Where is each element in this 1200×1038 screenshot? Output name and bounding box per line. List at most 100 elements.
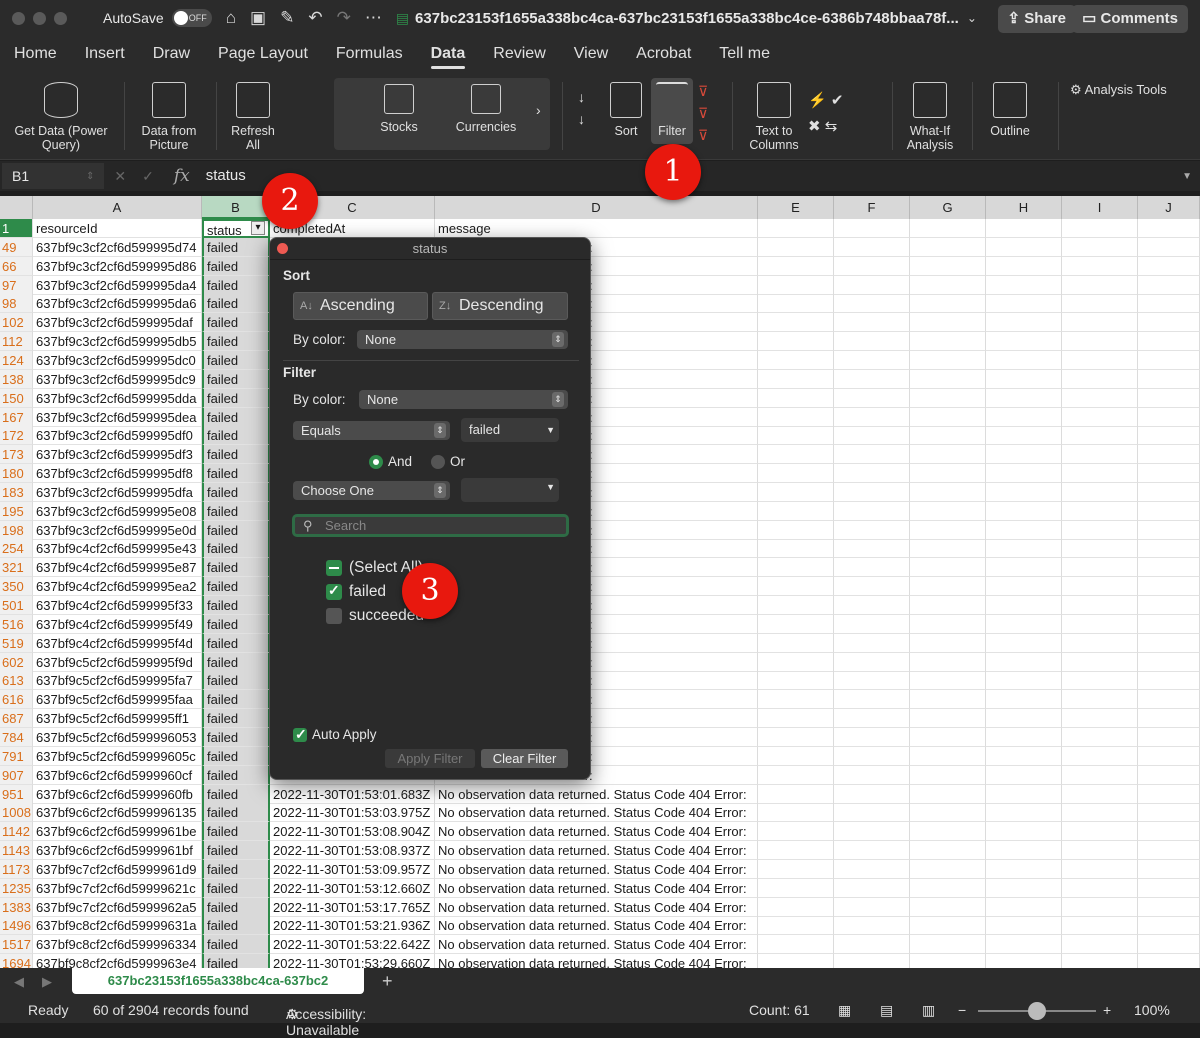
row-number[interactable]: 1143	[0, 841, 33, 861]
cell-j[interactable]	[1138, 539, 1200, 559]
column-header-g[interactable]: G	[910, 196, 986, 219]
cell-b[interactable]: failed	[202, 614, 270, 634]
cell-b[interactable]: failed	[202, 577, 270, 597]
get-data-button[interactable]: Get Data (Power Query)	[8, 82, 114, 152]
cell-e[interactable]	[758, 219, 834, 238]
cell-f[interactable]	[834, 369, 910, 389]
cell-g[interactable]	[910, 445, 986, 465]
cell-j[interactable]	[1138, 407, 1200, 427]
cell-e[interactable]	[758, 445, 834, 465]
cell-i[interactable]	[1062, 445, 1138, 465]
cell-a[interactable]: 637bf9c3cf2cf6d599995e0d	[33, 520, 202, 540]
stocks-button[interactable]: Stocks	[370, 84, 428, 134]
cell-a[interactable]: 637bf9c4cf2cf6d599995e43	[33, 539, 202, 559]
cell-g[interactable]	[910, 558, 986, 578]
confirm-formula-icon[interactable]: ✓	[142, 168, 154, 185]
cell-g[interactable]	[910, 746, 986, 766]
chevron-down-icon[interactable]: ⌄	[967, 11, 977, 25]
cell-g[interactable]	[910, 520, 986, 540]
normal-view-icon[interactable]: ▦	[838, 1002, 851, 1019]
column-header-d[interactable]: D	[435, 196, 758, 219]
row-number[interactable]: 1142	[0, 822, 33, 842]
select-all-checkbox[interactable]	[326, 560, 342, 576]
cell-a[interactable]: 637bf9c4cf2cf6d599995e87	[33, 558, 202, 578]
cell-i[interactable]	[1062, 803, 1138, 823]
cell-g[interactable]	[910, 464, 986, 484]
cell-f[interactable]	[834, 219, 910, 238]
cell-b[interactable]: failed	[202, 633, 270, 653]
cell-b[interactable]: failed	[202, 954, 270, 968]
row-number[interactable]: 602	[0, 652, 33, 672]
cell-h[interactable]	[986, 709, 1062, 729]
row-number[interactable]: 150	[0, 388, 33, 408]
cell-h[interactable]	[986, 859, 1062, 879]
cell-h[interactable]	[986, 596, 1062, 615]
more-icon[interactable]: ⋯	[365, 8, 382, 28]
cell-j[interactable]	[1138, 614, 1200, 634]
cell-f[interactable]	[834, 388, 910, 408]
cell-h[interactable]	[986, 350, 1062, 370]
cell-d[interactable]: No observation data returned. Status Cod…	[435, 878, 758, 898]
cell-b[interactable]: failed	[202, 709, 270, 729]
row-number[interactable]: 254	[0, 539, 33, 559]
comments-button[interactable]: ▭ Comments	[1072, 5, 1188, 33]
cell-h[interactable]	[986, 727, 1062, 747]
row-number[interactable]: 183	[0, 482, 33, 502]
row-number[interactable]: 1008	[0, 803, 33, 823]
cell-j[interactable]	[1138, 784, 1200, 804]
cell-j[interactable]	[1138, 633, 1200, 653]
cell-i[interactable]	[1062, 859, 1138, 879]
cell-b[interactable]: failed	[202, 671, 270, 691]
cell-i[interactable]	[1062, 614, 1138, 634]
cell-a[interactable]: 637bf9c8cf2cf6d599996334	[33, 935, 202, 955]
add-sheet-icon[interactable]: +	[382, 971, 393, 992]
cell-f[interactable]	[834, 859, 910, 879]
cell-f[interactable]	[834, 765, 910, 785]
cell-h[interactable]	[986, 332, 1062, 352]
cell-a[interactable]: 637bf9c6cf2cf6d5999960cf	[33, 765, 202, 785]
cell-h[interactable]	[986, 671, 1062, 691]
row-number[interactable]: 516	[0, 614, 33, 634]
cell-e[interactable]	[758, 954, 834, 968]
cell-f[interactable]	[834, 350, 910, 370]
cell-g[interactable]	[910, 539, 986, 559]
cell-f[interactable]	[834, 464, 910, 484]
cell-a[interactable]: 637bf9c3cf2cf6d599995d74	[33, 237, 202, 257]
cell-h[interactable]	[986, 237, 1062, 257]
cell-b[interactable]: failed	[202, 501, 270, 521]
tab-home[interactable]: Home	[0, 36, 71, 72]
row-number[interactable]: 49	[0, 237, 33, 257]
cell-b[interactable]: failed	[202, 690, 270, 710]
cell-d[interactable]: No observation data returned. Status Cod…	[435, 897, 758, 917]
cell-b[interactable]: failed	[202, 935, 270, 955]
cell-c[interactable]: 2022-11-30T01:53:29.660Z	[270, 954, 435, 968]
cell-e[interactable]	[758, 727, 834, 747]
cell-i[interactable]	[1062, 294, 1138, 314]
cell-e[interactable]	[758, 803, 834, 823]
cell-h[interactable]	[986, 652, 1062, 672]
sort-ascending-button[interactable]: A↓ Ascending	[293, 292, 428, 320]
cell-e[interactable]	[758, 407, 834, 427]
cell-g[interactable]	[910, 954, 986, 968]
cell-h[interactable]	[986, 746, 1062, 766]
cell-e[interactable]	[758, 784, 834, 804]
cell-c[interactable]: 2022-11-30T01:53:03.975Z	[270, 803, 435, 823]
page-break-view-icon[interactable]: ▥	[922, 1002, 935, 1019]
cell-a[interactable]: 637bf9c3cf2cf6d599995df0	[33, 426, 202, 446]
cell-c[interactable]: 2022-11-30T01:53:08.937Z	[270, 841, 435, 861]
cell-d[interactable]: No observation data returned. Status Cod…	[435, 859, 758, 879]
cell-a[interactable]: 637bf9c3cf2cf6d599995e08	[33, 501, 202, 521]
cell-j[interactable]	[1138, 727, 1200, 747]
cell-d[interactable]: No observation data returned. Status Cod…	[435, 784, 758, 804]
name-box-stepper-icon[interactable]: ⇕	[86, 171, 94, 182]
cell-a[interactable]: 637bf9c5cf2cf6d59999605c	[33, 746, 202, 766]
cell-g[interactable]	[910, 614, 986, 634]
cell-h[interactable]	[986, 445, 1062, 465]
cell-j[interactable]	[1138, 219, 1200, 238]
column-header-a[interactable]: A	[33, 196, 202, 219]
cell-f[interactable]	[834, 633, 910, 653]
cell-f[interactable]	[834, 445, 910, 465]
text-to-columns-button[interactable]: Text to Columns	[744, 82, 804, 152]
cell-d[interactable]: No observation data returned. Status Cod…	[435, 935, 758, 955]
row-number[interactable]: 98	[0, 294, 33, 314]
